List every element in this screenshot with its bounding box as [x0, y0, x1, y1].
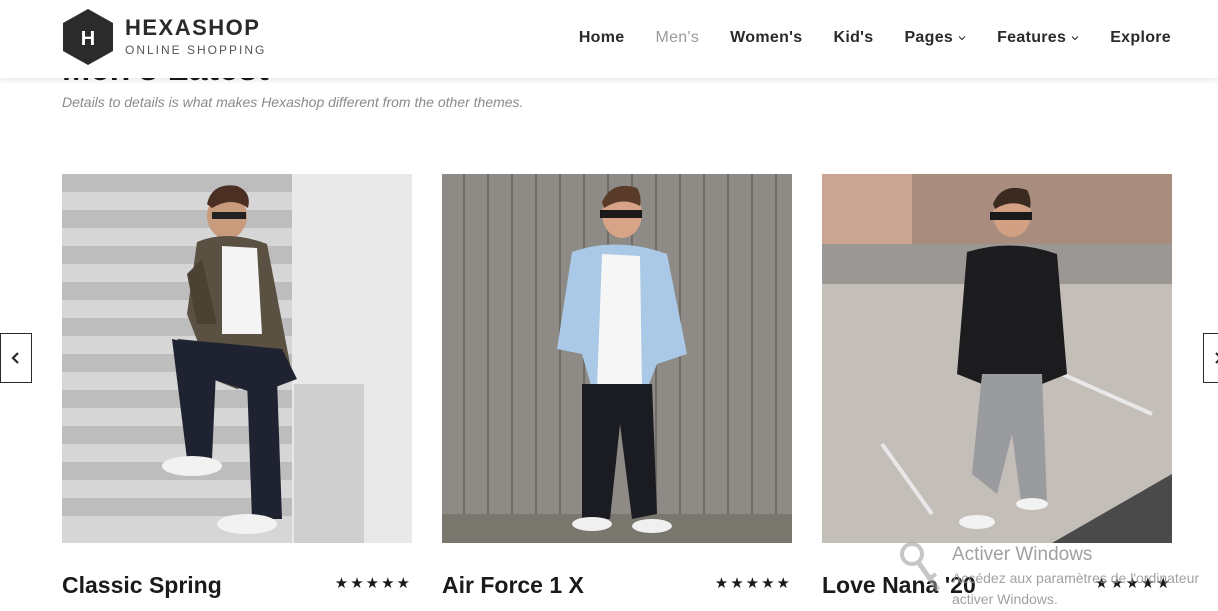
product-card[interactable]: Love Nana '20 ★★★★★	[822, 174, 1172, 598]
product-name[interactable]: Classic Spring	[62, 572, 222, 599]
product-image[interactable]	[822, 174, 1172, 543]
carousel-prev-button[interactable]	[0, 333, 32, 383]
nav-features-dropdown[interactable]: Features	[997, 29, 1079, 47]
logo-letter: H	[81, 28, 95, 50]
chevron-left-icon	[11, 352, 19, 364]
product-card[interactable]: Air Force 1 X ★★★★★	[442, 174, 792, 598]
product-image[interactable]	[442, 174, 792, 543]
nav-explore[interactable]: Explore	[1110, 29, 1171, 47]
brand-name: HEXASHOP	[125, 15, 261, 40]
nav-womens[interactable]: Women's	[730, 29, 802, 47]
watermark-title: Activer Windows	[952, 544, 1093, 565]
product-name[interactable]: Air Force 1 X	[442, 572, 584, 599]
nav-mens[interactable]: Men's	[655, 29, 699, 47]
nav-label: Pages	[904, 29, 954, 46]
nav-kids[interactable]: Kid's	[833, 29, 873, 47]
nav-home[interactable]: Home	[579, 29, 625, 47]
main-nav: Home Men's Women's Kid's Pages Features …	[548, 29, 1171, 47]
chevron-down-icon	[1071, 36, 1079, 41]
key-icon	[900, 542, 941, 592]
nav-label: Features	[997, 29, 1067, 46]
product-card[interactable]: Classic Spring ★★★★★	[62, 174, 412, 598]
product-image[interactable]	[62, 174, 412, 543]
nav-pages-dropdown[interactable]: Pages	[904, 29, 966, 47]
carousel-next-button[interactable]	[1203, 333, 1218, 383]
watermark-line: activer Windows.	[952, 591, 1058, 607]
nav-label: Men's	[655, 29, 700, 46]
star-rating: ★★★★★	[714, 575, 792, 592]
chevron-down-icon	[958, 36, 966, 41]
nav-label: Explore	[1110, 29, 1171, 46]
hexagon-logo-icon: H	[63, 9, 113, 65]
brand-tagline: ONLINE SHOPPING	[125, 43, 267, 57]
star-rating: ★★★★★	[334, 575, 412, 592]
watermark-line: Accédez aux paramètres de l'ordinateur	[952, 570, 1200, 586]
site-header: H HEXASHOP ONLINE SHOPPING Home Men's Wo…	[0, 0, 1218, 78]
nav-label: Women's	[730, 29, 803, 46]
chevron-right-icon	[1215, 352, 1218, 364]
nav-label: Home	[578, 29, 625, 46]
nav-label: Kid's	[833, 29, 874, 46]
section-subtitle: Details to details is what makes Hexasho…	[62, 94, 524, 110]
site-logo[interactable]: H HEXASHOP ONLINE SHOPPING	[62, 8, 266, 66]
windows-activation-watermark: Activer Windows Accédez aux paramètres d…	[898, 538, 1218, 611]
